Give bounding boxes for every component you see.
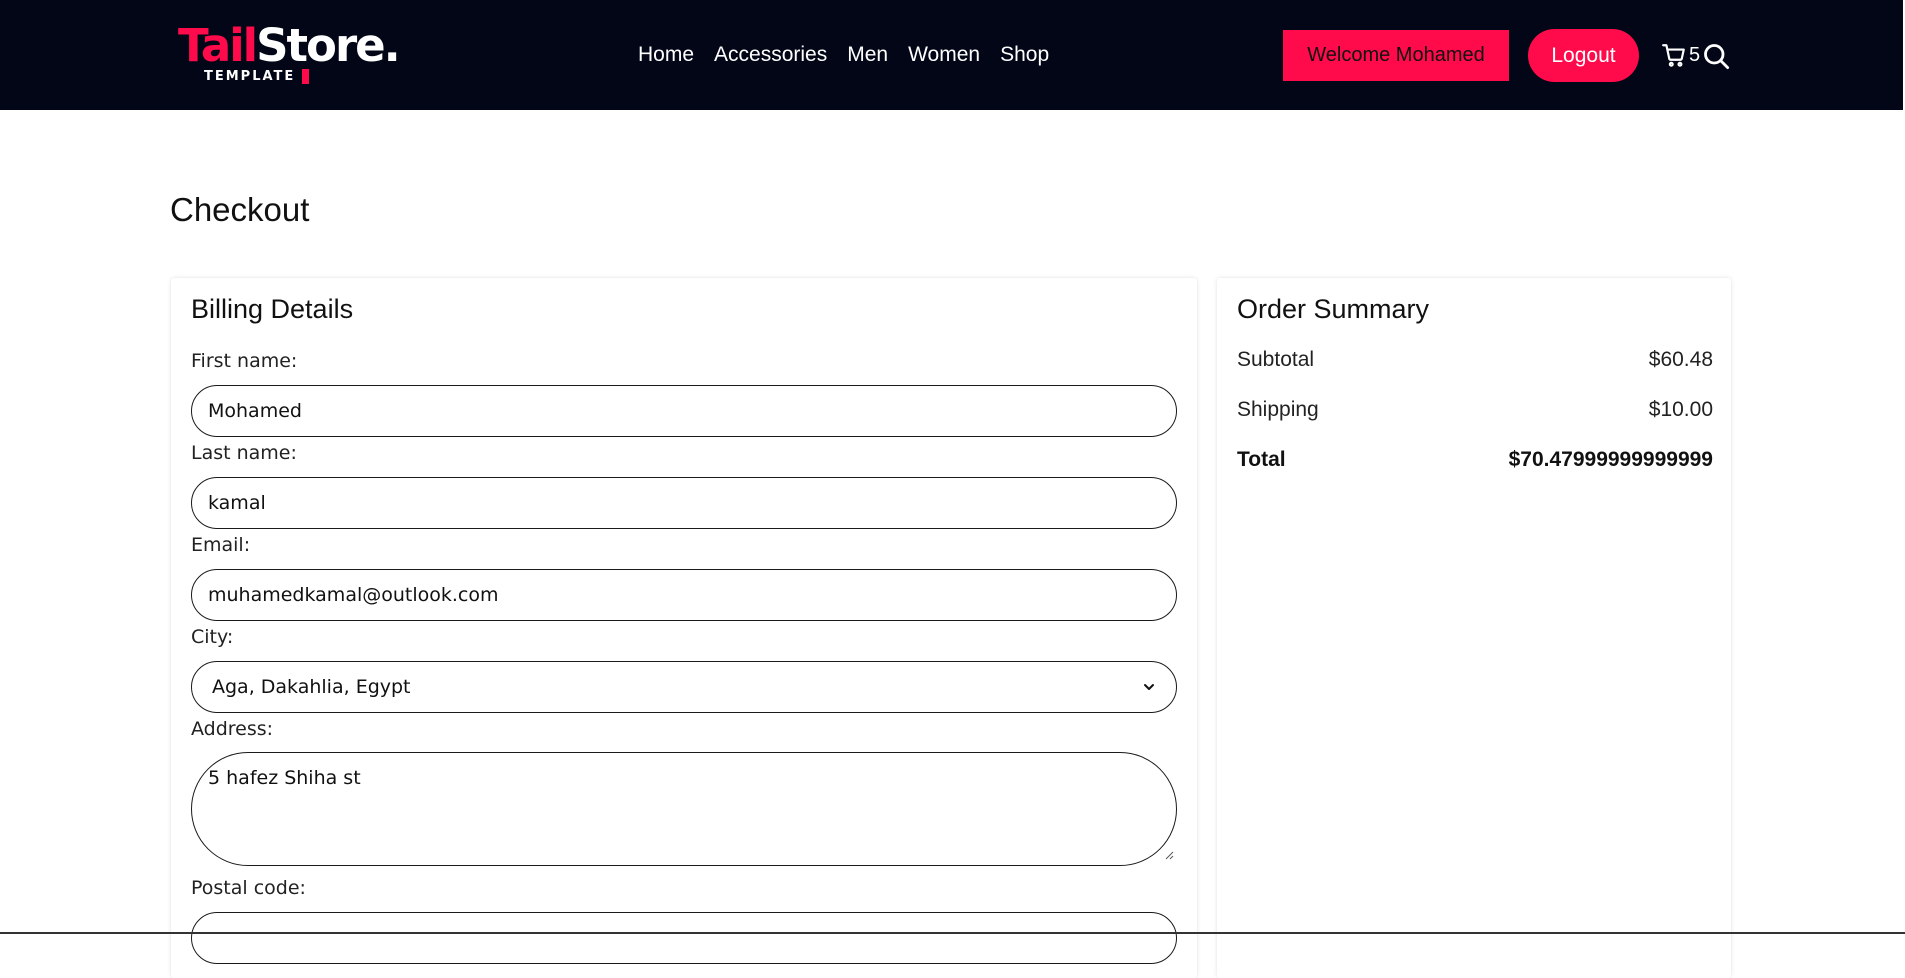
cart-button[interactable]: 5	[1661, 41, 1700, 69]
subtotal-value: $60.48	[1648, 348, 1713, 371]
subtotal-label: Subtotal	[1237, 348, 1315, 371]
postal-code-field[interactable]	[191, 912, 1177, 964]
address-field[interactable]: 5 hafez Shiha st	[191, 752, 1177, 866]
shipping-row: Shipping $10.00	[1237, 396, 1713, 424]
shipping-label: Shipping	[1237, 398, 1319, 421]
top-navbar: TailStore. TEMPLATE Home Accessories Men…	[0, 0, 1903, 110]
page-title: Checkout	[170, 191, 310, 228]
billing-details-card: Billing Details First name: Last name: E…	[171, 278, 1197, 978]
total-value: $70.47999999999999	[1508, 448, 1713, 471]
nav-shop[interactable]: Shop	[1000, 41, 1049, 69]
cart-count-badge: 5	[1689, 44, 1701, 66]
nav-accessories[interactable]: Accessories	[714, 41, 827, 69]
email-field[interactable]	[191, 569, 1177, 621]
email-label: Email:	[191, 534, 251, 556]
address-label: Address:	[191, 718, 274, 740]
store-logo[interactable]: TailStore. TEMPLATE	[178, 20, 401, 86]
chevron-down-icon	[1144, 684, 1154, 690]
postal-code-label: Postal code:	[191, 877, 306, 899]
main-nav: Home Accessories Men Women Shop	[638, 41, 1049, 69]
logo-accent-bar	[302, 69, 309, 84]
billing-details-title: Billing Details	[191, 294, 354, 324]
first-name-label: First name:	[191, 350, 298, 372]
nav-women[interactable]: Women	[908, 41, 980, 69]
order-summary-title: Order Summary	[1237, 294, 1430, 324]
nav-home[interactable]: Home	[638, 41, 694, 69]
logout-button[interactable]: Logout	[1528, 29, 1639, 82]
logo-text: TailStore.	[178, 19, 401, 72]
first-name-field[interactable]	[191, 385, 1177, 437]
search-icon[interactable]	[1702, 42, 1730, 70]
nav-men[interactable]: Men	[847, 41, 888, 69]
resize-handle-icon[interactable]	[1164, 850, 1174, 860]
subtotal-row: Subtotal $60.48	[1237, 346, 1713, 374]
logo-subtitle: TEMPLATE	[204, 69, 296, 84]
city-select[interactable]: Aga, Dakahlia, Egypt	[191, 661, 1177, 713]
last-name-field[interactable]	[191, 477, 1177, 529]
total-row: Total $70.47999999999999	[1237, 446, 1713, 474]
order-summary-card: Order Summary Subtotal $60.48 Shipping $…	[1217, 278, 1731, 978]
cart-icon	[1662, 44, 1685, 67]
city-label: City:	[191, 626, 234, 648]
city-selected-value: Aga, Dakahlia, Egypt	[212, 676, 411, 698]
welcome-user-button[interactable]: Welcome Mohamed	[1283, 30, 1509, 81]
last-name-label: Last name:	[191, 442, 297, 464]
shipping-value: $10.00	[1648, 398, 1713, 421]
total-label: Total	[1237, 448, 1286, 471]
